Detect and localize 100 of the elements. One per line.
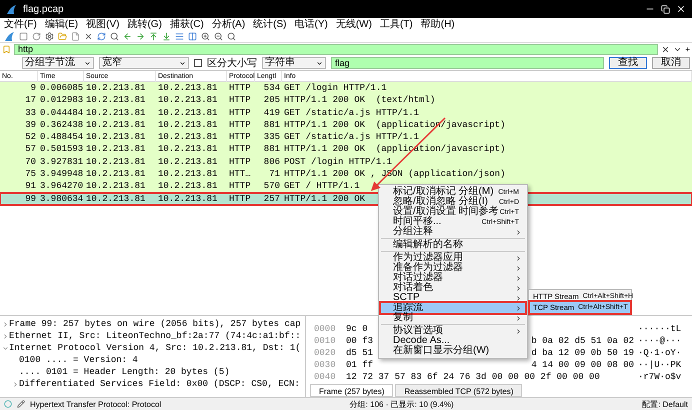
tree-item[interactable]: 0100 .... = Version: 4 bbox=[19, 355, 138, 365]
packet-row[interactable]: 70 3.927831 10.2.213.81 10.2.213.81 HTTP 806 POST /login HTTP/1.1 bbox=[0, 156, 692, 168]
ascii-bytes: ··|U··PK bbox=[638, 359, 682, 371]
table-cell-text: 10.2.213.81 bbox=[85, 180, 146, 193]
table-cell-text: GET / HTTP/1.1 bbox=[283, 180, 361, 193]
menu-item[interactable]: 文件(F) bbox=[4, 18, 37, 30]
back-icon[interactable] bbox=[123, 32, 132, 41]
packet-row[interactable]: 17 0.012983 10.2.213.81 10.2.213.81 HTTP 205 HTTP/1.1 200 OK (text/html) bbox=[0, 94, 692, 107]
case-checkbox[interactable] bbox=[194, 59, 202, 67]
table-cell-text: 10.2.213.81 bbox=[157, 94, 218, 107]
menu-item[interactable]: 编辑(E) bbox=[44, 18, 78, 30]
table-cell-text: HTTP bbox=[228, 156, 252, 168]
table-cell-text: 3.980634 bbox=[39, 192, 84, 205]
table-cell-text: 10.2.213.81 bbox=[85, 143, 146, 156]
table-cell-text: 3.949948 bbox=[39, 168, 84, 180]
packet-count: 分组: 106 · 已显示: 10 (9.4%) bbox=[350, 398, 454, 410]
last-packet-icon[interactable] bbox=[162, 32, 171, 41]
find-button[interactable]: 查找 bbox=[609, 57, 647, 69]
menu-item[interactable]: 工具(T) bbox=[380, 18, 413, 30]
clear-filter-icon[interactable] bbox=[661, 45, 670, 54]
menu-option[interactable]: SCTP bbox=[381, 293, 525, 303]
tree-item[interactable]: Frame 99: 257 bytes on wire (2056 bits), 257 bytes cap bbox=[9, 319, 301, 329]
search-in-dropdown[interactable]: 分组字节流 bbox=[22, 57, 94, 69]
menu-option[interactable]: 作为过滤器应用 bbox=[381, 253, 525, 263]
search-icon[interactable] bbox=[110, 32, 119, 41]
packet-row[interactable]: 33 0.044484 10.2.213.81 10.2.213.81 HTTP 419 GET /static/a.js HTTP/1.1 bbox=[0, 106, 692, 119]
find-field[interactable]: flag bbox=[331, 57, 604, 69]
table-cell-text: 70 bbox=[24, 156, 37, 168]
columns-icon[interactable] bbox=[188, 32, 197, 41]
table-cell-text: 570 bbox=[262, 180, 281, 193]
bytes-tab[interactable]: Reassembled TCP (572 bytes) bbox=[395, 384, 522, 397]
zoom-in-icon[interactable] bbox=[201, 32, 210, 41]
table-cell-text: 9 bbox=[30, 82, 37, 94]
close-file-icon[interactable] bbox=[84, 32, 93, 41]
menu-option[interactable]: 复制 bbox=[381, 313, 525, 323]
menu-option[interactable]: 在新窗口显示分组(W) bbox=[381, 346, 525, 356]
hex-bytes: 4 14 00 09 00 08 00 bbox=[531, 359, 634, 371]
hex-bytes: 00 f3 bbox=[346, 335, 374, 347]
table-cell-text: HTTP bbox=[228, 118, 252, 132]
table-cell-text: HTT… bbox=[228, 168, 252, 180]
list-icon[interactable] bbox=[175, 32, 184, 41]
table-cell-text: HTTP bbox=[228, 94, 252, 107]
reload-icon[interactable] bbox=[97, 32, 106, 41]
menu-option[interactable]: 分组注释 bbox=[381, 227, 525, 237]
settings-icon[interactable] bbox=[45, 32, 54, 41]
folder-icon[interactable] bbox=[58, 32, 67, 41]
status-text: Hypertext Transfer Protocol: Protocol bbox=[30, 400, 162, 408]
ascii-bytes: ····@··· bbox=[638, 335, 682, 347]
tree-item[interactable]: .... 0101 = Header Length: 20 bytes (5) bbox=[19, 367, 230, 377]
tree-item[interactable]: Internet Protocol Version 4, Src: 10.2.213.81, Dst: 1( bbox=[9, 343, 301, 353]
table-cell-text: 10.2.213.81 bbox=[85, 192, 146, 205]
bytes-tab[interactable]: Frame (257 bytes) bbox=[310, 384, 394, 397]
restore-icon[interactable] bbox=[661, 4, 670, 14]
checkbox-label: 区分大小写 bbox=[207, 56, 257, 70]
file-icon[interactable] bbox=[71, 32, 80, 41]
dropdown-icon[interactable] bbox=[673, 45, 682, 54]
byte-offset: 0010 bbox=[314, 335, 337, 347]
first-packet-icon[interactable] bbox=[149, 32, 158, 41]
stop-icon[interactable] bbox=[19, 32, 28, 41]
menu-item[interactable]: 无线(W) bbox=[336, 18, 372, 30]
packet-row[interactable]: 9 0.006085 10.2.213.81 10.2.213.81 HTTP 534 GET /login HTTP/1.1 bbox=[0, 82, 692, 94]
table-cell-text: 3.964270 bbox=[39, 180, 84, 193]
window-title: flag.pcap bbox=[23, 4, 65, 14]
table-cell-text: 0.362438 bbox=[39, 118, 84, 132]
menu-option[interactable]: 对话着色 bbox=[381, 283, 525, 293]
table-cell-text: 52 bbox=[24, 131, 37, 144]
bookmark-icon[interactable] bbox=[2, 45, 11, 54]
byte-offset: 0020 bbox=[314, 347, 337, 359]
restart-icon[interactable] bbox=[32, 32, 41, 41]
edit-icon[interactable] bbox=[17, 400, 25, 408]
hex-bytes: 12 72 37 57 83 6f 24 76 3d 00 00 00 2f 00 00 00 bbox=[346, 371, 600, 383]
menu-item[interactable]: 跳转(G) bbox=[127, 18, 162, 30]
menu-item[interactable]: 统计(S) bbox=[253, 18, 286, 30]
hex-bytes: d ba 12 09 0b 50 19 bbox=[531, 347, 634, 359]
menu-item[interactable]: 捕获(C) bbox=[170, 18, 204, 30]
menu-item[interactable]: 分析(A) bbox=[212, 18, 246, 30]
menu-option[interactable]: 协议首选项 bbox=[381, 326, 525, 336]
menu-item[interactable]: 视图(V) bbox=[86, 18, 120, 30]
table-cell-text: 10.2.213.81 bbox=[157, 82, 218, 94]
profile-text[interactable]: 配置: Default bbox=[642, 398, 688, 410]
tree-item[interactable]: Differentiated Services Field: 0x00 (DSCP: CS0, ECN: bbox=[19, 379, 300, 389]
menu-option[interactable]: 对话过滤器 bbox=[381, 273, 525, 283]
status-icon[interactable] bbox=[4, 400, 12, 408]
search-type-dropdown[interactable]: 字符串 bbox=[262, 57, 326, 69]
menu-option[interactable]: 编辑解析的名称 bbox=[381, 240, 525, 250]
cancel-button[interactable]: 取消 bbox=[652, 57, 690, 69]
add-filter-button[interactable]: + bbox=[685, 45, 690, 54]
display-filter-field[interactable]: http bbox=[14, 44, 658, 55]
tree-item[interactable]: Ethernet II, Src: LiteonTechno_bf:2a:77 (74:4c:a1:bf:: bbox=[9, 331, 301, 341]
charset-dropdown[interactable]: 宽窄 bbox=[99, 57, 189, 69]
close-icon[interactable] bbox=[676, 4, 686, 14]
zoom-out-icon[interactable] bbox=[214, 32, 223, 41]
forward-icon[interactable] bbox=[136, 32, 145, 41]
table-cell-text: GET /static/a.js HTTP/1.1 bbox=[283, 106, 420, 119]
menu-option[interactable]: Decode As... bbox=[381, 336, 525, 346]
menu-item[interactable]: 帮助(H) bbox=[420, 18, 455, 30]
menu-item[interactable]: 电话(Y) bbox=[294, 18, 328, 30]
menu-option[interactable]: 准备作为过滤器 bbox=[381, 263, 525, 273]
table-cell-text: HTTP bbox=[228, 180, 252, 193]
packet-row[interactable]: 52 0.488454 10.2.213.81 10.2.213.81 HTTP 335 GET /static/a.js HTTP/1.1 bbox=[0, 131, 692, 144]
